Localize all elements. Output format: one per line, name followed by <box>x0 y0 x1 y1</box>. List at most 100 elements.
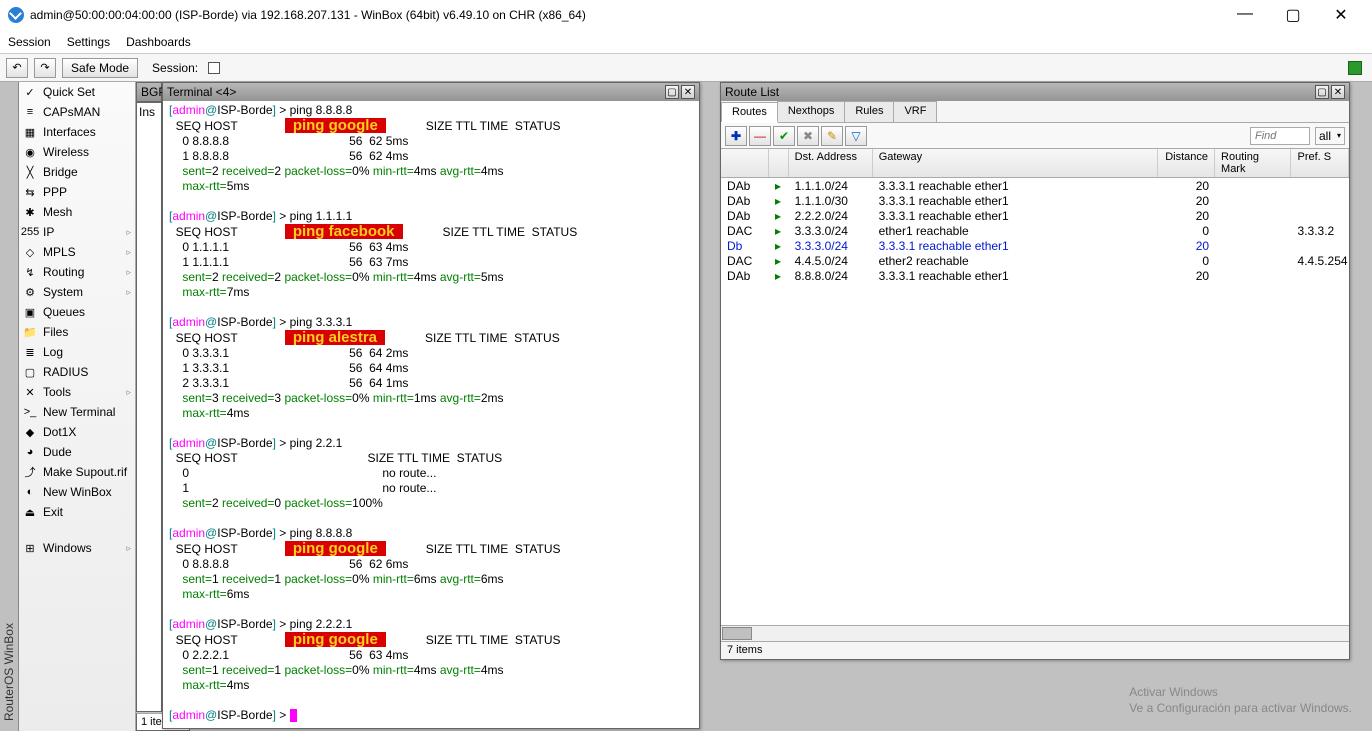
sidebar-item-system[interactable]: ⚙System▹ <box>19 282 135 302</box>
route-list-window: Route List ▢ ✕ RoutesNexthopsRulesVRF ✚ … <box>720 82 1350 660</box>
sidebar-item-label: CAPsMAN <box>43 105 100 119</box>
chevron-right-icon: ▹ <box>126 387 131 398</box>
add-button[interactable]: ✚ <box>725 126 747 146</box>
menu-session[interactable]: Session <box>8 35 51 49</box>
sidebar-item-new-terminal[interactable]: >_New Terminal <box>19 402 135 422</box>
sidebar-item-wireless[interactable]: ◉Wireless <box>19 142 135 162</box>
sidebar-item-label: Exit <box>43 505 63 519</box>
interfaces-icon: ▦ <box>23 125 37 139</box>
session-checkbox[interactable] <box>208 62 220 74</box>
route-close-button[interactable]: ✕ <box>1331 85 1345 99</box>
tab-nexthops[interactable]: Nexthops <box>777 101 845 122</box>
sidebar-item-tools[interactable]: ✕Tools▹ <box>19 382 135 402</box>
minimize-button[interactable]: — <box>1230 5 1260 25</box>
terminal-close-button[interactable]: ✕ <box>681 85 695 99</box>
sidebar-item-label: Make Supout.rif <box>43 465 127 479</box>
ppp-icon: ⇆ <box>23 185 37 199</box>
route-row[interactable]: Db▸3.3.3.0/243.3.3.1 reachable ether120 <box>721 238 1349 253</box>
sidebar-item-interfaces[interactable]: ▦Interfaces <box>19 122 135 142</box>
tools-icon: ✕ <box>23 385 37 399</box>
sidebar-item-mpls[interactable]: ◇MPLS▹ <box>19 242 135 262</box>
route-row[interactable]: DAb▸1.1.1.0/303.3.3.1 reachable ether120 <box>721 193 1349 208</box>
ip-icon: 255 <box>23 225 37 239</box>
sidebar-item-exit[interactable]: ⏏ Exit <box>19 502 135 522</box>
col-routing-mark[interactable]: Routing Mark <box>1215 149 1291 177</box>
sidebar-item-new-winbox[interactable]: ◐New WinBox <box>19 482 135 502</box>
sidebar-item-label: Mesh <box>43 205 72 219</box>
close-button[interactable]: ✕ <box>1326 5 1356 25</box>
route-row[interactable]: DAb▸1.1.1.0/243.3.3.1 reachable ether120 <box>721 178 1349 193</box>
tab-rules[interactable]: Rules <box>844 101 894 122</box>
sidebar-item-label: Wireless <box>43 145 89 159</box>
sidebar-item-radius[interactable]: ▢RADIUS <box>19 362 135 382</box>
sidebar-item-log[interactable]: ≣Log <box>19 342 135 362</box>
new-terminal-icon: >_ <box>23 405 37 419</box>
redo-button[interactable]: ↷ <box>34 58 56 78</box>
sidebar-item-label: Queues <box>43 305 85 319</box>
sidebar-item-mesh[interactable]: ✱ Mesh <box>19 202 135 222</box>
radius-icon: ▢ <box>23 365 37 379</box>
sidebar-item-windows[interactable]: ⊞Windows▹ <box>19 538 135 558</box>
safe-mode-button[interactable]: Safe Mode <box>62 58 138 78</box>
menu-settings[interactable]: Settings <box>67 35 110 49</box>
enable-button[interactable]: ✔ <box>773 126 795 146</box>
sidebar-item-make-supout-rif[interactable]: ⤴Make Supout.rif <box>19 462 135 482</box>
queues-icon: ▣ <box>23 305 37 319</box>
comment-button[interactable]: ✎ <box>821 126 843 146</box>
route-row[interactable]: DAC▸4.4.5.0/24ether2 reachable04.4.5.254 <box>721 253 1349 268</box>
find-input[interactable] <box>1250 127 1310 145</box>
sidebar-item-dot1x[interactable]: ◆Dot1X <box>19 422 135 442</box>
disable-button[interactable]: ✖ <box>797 126 819 146</box>
bridge-icon: ╳ <box>23 165 37 179</box>
sidebar-item-ppp[interactable]: ⇆ PPP <box>19 182 135 202</box>
annotation-badge: ping alestra <box>285 330 385 345</box>
sidebar-item-label: Bridge <box>43 165 78 179</box>
all-dropdown[interactable]: all▾ <box>1315 127 1345 145</box>
tab-routes[interactable]: Routes <box>721 102 778 123</box>
mesh-icon: ✱ <box>23 205 37 219</box>
bg-ins-label: Ins <box>139 105 155 119</box>
col-pref-src[interactable]: Pref. S <box>1291 149 1349 177</box>
terminal-minimize-button[interactable]: ▢ <box>665 85 679 99</box>
filter-button[interactable]: ▽ <box>845 126 867 146</box>
exit-icon: ⏏ <box>23 505 37 519</box>
route-toolbar: ✚ — ✔ ✖ ✎ ▽ all▾ <box>721 123 1349 149</box>
undo-button[interactable]: ↶ <box>6 58 28 78</box>
terminal-titlebar[interactable]: Terminal <4> ▢ ✕ <box>163 83 699 101</box>
menu-dashboards[interactable]: Dashboards <box>126 35 191 49</box>
annotation-badge: ping google <box>285 632 386 647</box>
log-icon: ≣ <box>23 345 37 359</box>
route-active-icon: ▸ <box>769 254 789 268</box>
maximize-button[interactable]: ▢ <box>1278 5 1308 25</box>
sidebar-item-quick-set[interactable]: ✓Quick Set <box>19 82 135 102</box>
chevron-right-icon: ▹ <box>126 287 131 298</box>
winbox-logo-icon <box>8 7 24 23</box>
sidebar-item-ip[interactable]: 255IP▹ <box>19 222 135 242</box>
col-distance[interactable]: Distance <box>1158 149 1216 177</box>
sidebar-item-files[interactable]: 📁Files <box>19 322 135 342</box>
route-hscrollbar[interactable] <box>721 625 1349 641</box>
col-dst[interactable]: Dst. Address <box>789 149 873 177</box>
sidebar-item-bridge[interactable]: ╳ Bridge <box>19 162 135 182</box>
sidebar-item-label: New WinBox <box>43 485 112 499</box>
mpls-icon: ◇ <box>23 245 37 259</box>
route-row[interactable]: DAb▸2.2.2.0/243.3.3.1 reachable ether120 <box>721 208 1349 223</box>
col-flags[interactable] <box>721 149 769 177</box>
col-gateway[interactable]: Gateway <box>873 149 1158 177</box>
sidebar-item-capsman[interactable]: ≡CAPsMAN <box>19 102 135 122</box>
remove-button[interactable]: — <box>749 126 771 146</box>
tab-vrf[interactable]: VRF <box>893 101 937 122</box>
sidebar-item-label: PPP <box>43 185 67 199</box>
route-titlebar[interactable]: Route List ▢ ✕ <box>721 83 1349 101</box>
route-row[interactable]: DAb▸8.8.8.0/243.3.3.1 reachable ether120 <box>721 268 1349 283</box>
annotation-badge: ping google <box>285 541 386 556</box>
route-active-icon: ▸ <box>769 269 789 283</box>
route-minimize-button[interactable]: ▢ <box>1315 85 1329 99</box>
terminal-body[interactable]: [admin@ISP-Borde] > ping 8.8.8.8 SEQ HOS… <box>163 101 699 728</box>
status-indicator-icon <box>1348 61 1362 75</box>
windows-icon: ⊞ <box>23 541 37 555</box>
sidebar-item-routing[interactable]: ↯Routing▹ <box>19 262 135 282</box>
route-row[interactable]: DAC▸3.3.3.0/24ether1 reachable03.3.3.2 <box>721 223 1349 238</box>
sidebar-item-queues[interactable]: ▣ Queues <box>19 302 135 322</box>
sidebar-item-dude[interactable]: ◕Dude <box>19 442 135 462</box>
